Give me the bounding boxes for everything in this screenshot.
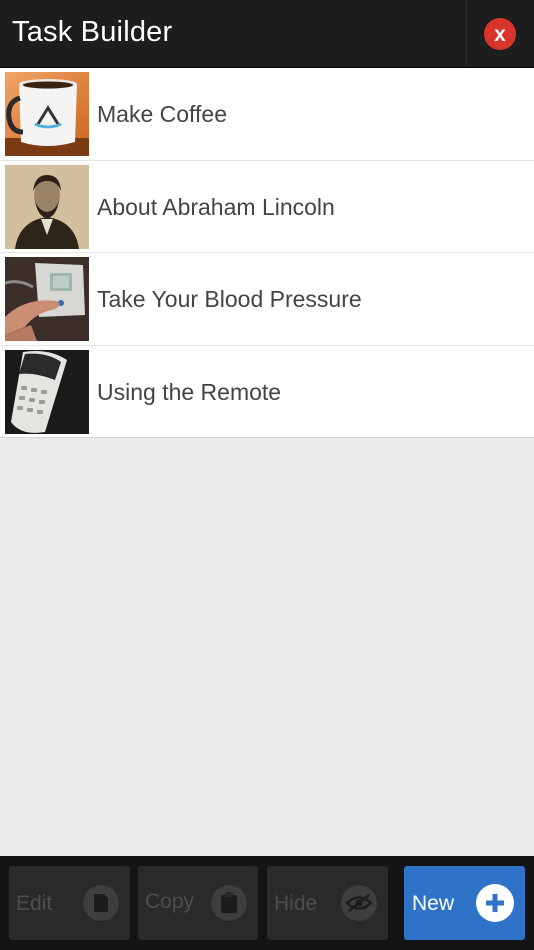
bottom-toolbar: Edit Copy Hide New — [0, 856, 534, 950]
new-button[interactable]: New — [404, 866, 525, 940]
task-label: Take Your Blood Pressure — [97, 286, 362, 312]
coffee-mug-thumbnail — [5, 72, 89, 156]
hide-button[interactable]: Hide — [267, 866, 388, 940]
close-button[interactable]: x — [484, 18, 516, 50]
task-item-make-coffee[interactable]: Make Coffee — [0, 68, 534, 161]
header-bar: Task Builder x — [0, 0, 534, 68]
edit-label: Edit — [16, 892, 53, 915]
edit-button[interactable]: Edit — [9, 866, 130, 940]
task-item-using-the-remote[interactable]: Using the Remote — [0, 345, 534, 438]
eye-slash-icon — [341, 885, 377, 921]
task-list: Make Coffee About Abraham Lincoln Take Y… — [0, 68, 534, 438]
page-title: Task Builder — [12, 16, 173, 48]
task-item-take-your-blood-pressure[interactable]: Take Your Blood Pressure — [0, 253, 534, 346]
task-label: Using the Remote — [97, 378, 282, 405]
copy-button[interactable]: Copy — [138, 866, 258, 940]
clipboard-icon — [211, 885, 247, 921]
task-label: Make Coffee — [97, 101, 227, 127]
new-label: New — [412, 892, 455, 915]
plus-icon — [476, 884, 514, 922]
lincoln-portrait-thumbnail — [5, 164, 89, 249]
hide-label: Hide — [274, 892, 318, 915]
task-label: About Abraham Lincoln — [97, 193, 335, 220]
header-divider — [466, 0, 467, 67]
remote-control-thumbnail — [5, 349, 89, 434]
copy-label: Copy — [145, 890, 195, 913]
task-item-about-abraham-lincoln[interactable]: About Abraham Lincoln — [0, 160, 534, 253]
document-icon — [83, 885, 119, 921]
blood-pressure-monitor-thumbnail — [5, 257, 89, 341]
